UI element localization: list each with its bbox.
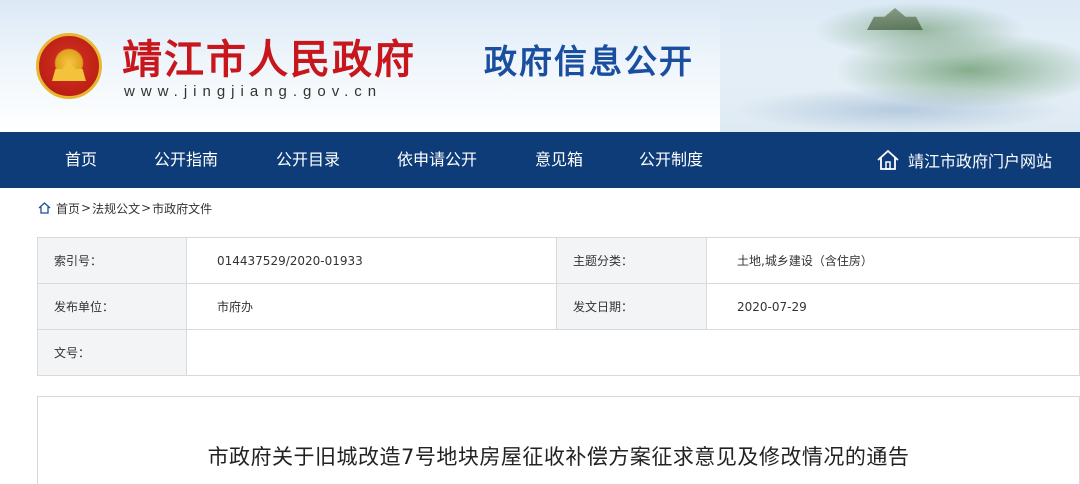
- section-title: 政府信息公开: [484, 42, 694, 81]
- date-label: 发文日期：: [556, 283, 707, 330]
- home-icon: [877, 149, 899, 170]
- nav-item-catalog[interactable]: 公开目录: [276, 132, 340, 188]
- topic-value: 土地,城乡建设（含住房）: [706, 237, 1080, 284]
- breadcrumb-item-city-docs[interactable]: 市政府文件: [152, 200, 212, 217]
- article-panel: 市政府关于旧城改造7号地块房屋征收补偿方案征求意见及修改情况的通告: [37, 396, 1080, 484]
- portal-link[interactable]: 靖江市政府门户网站: [876, 132, 1052, 188]
- nav-item-rules[interactable]: 公开制度: [639, 132, 703, 188]
- topic-label: 主题分类：: [556, 237, 707, 284]
- doc-number-label: 文号：: [37, 329, 187, 376]
- publisher-label: 发布单位：: [37, 283, 187, 330]
- index-label: 索引号：: [37, 237, 187, 284]
- article-title: 市政府关于旧城改造7号地块房屋征收补偿方案征求意见及修改情况的通告: [207, 445, 910, 469]
- site-name: 靖江市人民政府: [122, 36, 416, 83]
- main-nav: 首页 公开指南 公开目录 依申请公开 意见箱 公开制度 靖江市政府门户网站: [0, 132, 1080, 188]
- nav-item-guide[interactable]: 公开指南: [154, 132, 218, 188]
- table-row: 发布单位： 市府办 发文日期： 2020-07-29: [37, 283, 1080, 330]
- portal-link-label: 靖江市政府门户网站: [907, 152, 1052, 171]
- breadcrumb-separator: >: [141, 201, 152, 215]
- site-header: 靖江市人民政府 www.jingjiang.gov.cn 政府信息公开: [0, 0, 1080, 132]
- doc-number-value: [186, 329, 1080, 376]
- date-value: 2020-07-29: [706, 283, 1080, 330]
- index-value: 014437529/2020-01933: [186, 237, 557, 284]
- site-url: www.jingjiang.gov.cn: [124, 83, 383, 100]
- nav-item-apply[interactable]: 依申请公开: [397, 132, 477, 188]
- publisher-value: 市府办: [186, 283, 557, 330]
- breadcrumb-separator: >: [81, 201, 92, 215]
- home-icon: [38, 202, 51, 214]
- breadcrumb-item-home[interactable]: 首页: [56, 200, 80, 217]
- breadcrumb-item-regulations[interactable]: 法规公文: [92, 200, 140, 217]
- document-info-table: 索引号： 014437529/2020-01933 主题分类： 土地,城乡建设（…: [37, 237, 1080, 376]
- table-row: 索引号： 014437529/2020-01933 主题分类： 土地,城乡建设（…: [37, 237, 1080, 284]
- nav-item-home[interactable]: 首页: [65, 132, 97, 188]
- national-emblem-icon: [36, 33, 102, 99]
- table-row: 文号：: [37, 329, 1080, 376]
- breadcrumb: 首页 > 法规公文 > 市政府文件: [38, 198, 212, 218]
- nav-item-feedback[interactable]: 意见箱: [535, 132, 583, 188]
